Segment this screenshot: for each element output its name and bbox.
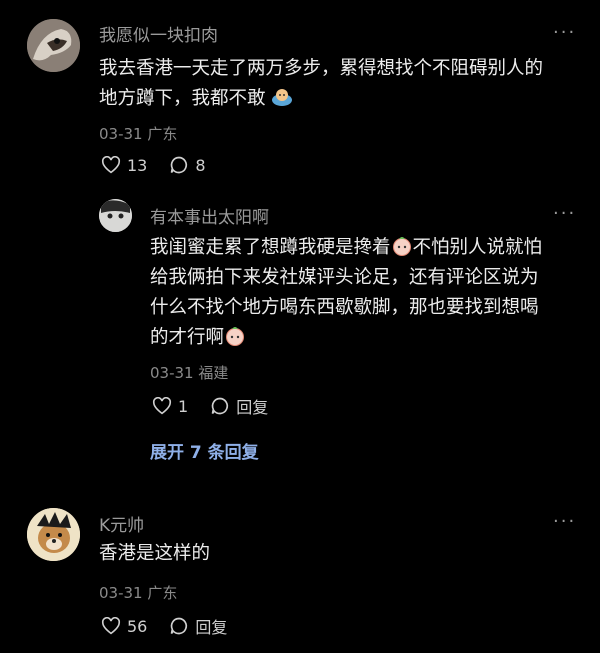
comment-date-location: 03-31 广东 (99, 125, 178, 143)
comment-text-line: 的才行啊 (150, 323, 246, 356)
avatar[interactable] (27, 19, 80, 72)
comment-actions: 13 8 (101, 155, 228, 175)
comment-text: 的才行啊 (150, 327, 225, 348)
like-button[interactable]: 56 (101, 617, 147, 636)
comment-text: 地方蹲下，我都不敢 (99, 88, 266, 109)
comment-text-line: 什么不找个地方喝东西歇歇脚，那也要找到想喝 (150, 297, 539, 318)
comment-date-location: 03-31 广东 (99, 584, 178, 602)
reply-count: 8 (195, 155, 206, 175)
heart-icon (101, 156, 121, 174)
comment-bubble-icon (171, 617, 188, 635)
comment-text-line: 我闺蜜走累了想蹲我硬是搀着 不怕别人说就怕 (150, 233, 542, 266)
comment-text: 香港是这样的 (99, 543, 211, 564)
emoji-icon (224, 326, 246, 356)
comment-date-location: 03-31 福建 (150, 364, 229, 382)
avatar[interactable] (27, 508, 80, 561)
like-count: 1 (178, 396, 189, 416)
emoji-icon (391, 236, 413, 266)
like-button[interactable]: 13 (101, 156, 147, 175)
comment-actions: 1 回复 (152, 394, 290, 418)
comment-actions: 56 回复 (101, 614, 249, 638)
username[interactable]: K元帅 (99, 511, 144, 536)
comment-bubble-icon (171, 156, 188, 174)
like-count: 13 (127, 155, 148, 175)
comment-text-line: 地方蹲下，我都不敢 (99, 84, 293, 117)
comment-text: 不怕别人说就怕 (412, 237, 543, 258)
reply-button[interactable]: 回复 (210, 394, 268, 418)
comment-bubble-icon (211, 397, 229, 415)
expand-replies-button[interactable]: 展开 7 条回复 (150, 438, 259, 463)
comment-text: 我闺蜜走累了想蹲我硬是搀着 (150, 237, 391, 258)
avatar[interactable] (99, 199, 132, 232)
like-button[interactable]: 1 (152, 397, 188, 416)
emoji-icon (271, 87, 293, 117)
reply-label: 回复 (195, 618, 228, 637)
heart-icon (152, 397, 172, 415)
more-icon[interactable]: ··· (553, 511, 576, 532)
comment-text-line: 我去香港一天走了两万多步，累得想找个不阻碍别人的 (99, 58, 544, 79)
more-icon[interactable]: ··· (553, 203, 576, 224)
reply-button[interactable]: 8 (169, 155, 206, 175)
reply-label: 回复 (236, 398, 269, 417)
more-icon[interactable]: ··· (553, 22, 576, 43)
username[interactable]: 我愿似一块扣肉 (99, 21, 218, 46)
comment-text-line: 给我俩拍下来发社媒评头论足，还有评论区说为 (150, 267, 539, 288)
username[interactable]: 有本事出太阳啊 (150, 203, 269, 228)
heart-icon (101, 617, 121, 635)
reply-button[interactable]: 回复 (169, 614, 227, 638)
like-count: 56 (127, 616, 148, 636)
